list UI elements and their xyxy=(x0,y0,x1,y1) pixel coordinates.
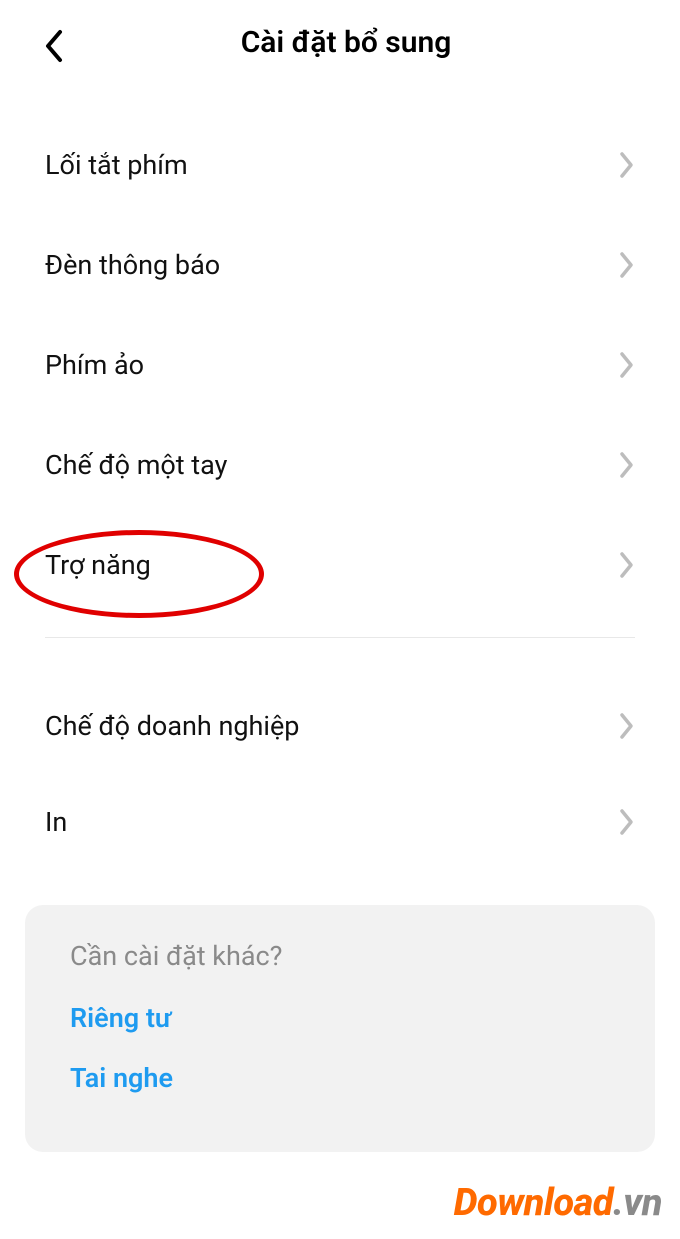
item-label: In xyxy=(45,806,67,838)
chevron-right-icon xyxy=(619,451,635,479)
item-label: Chế độ doanh nghiệp xyxy=(45,710,299,742)
page-title: Cài đặt bổ sung xyxy=(32,25,660,60)
item-label: Phím ảo xyxy=(45,349,144,381)
suggestion-card: Cần cài đặt khác? Riêng tư Tai nghe xyxy=(25,905,655,1152)
suggestion-title: Cần cài đặt khác? xyxy=(70,940,610,972)
chevron-left-icon xyxy=(42,28,64,64)
settings-list: Lối tắt phím Đèn thông báo Phím ảo Chế đ… xyxy=(0,80,680,870)
chevron-right-icon xyxy=(619,808,635,836)
item-label: Lối tắt phím xyxy=(45,149,188,181)
item-one-hand-mode[interactable]: Chế độ một tay xyxy=(0,415,680,515)
chevron-right-icon xyxy=(619,351,635,379)
header: Cài đặt bổ sung xyxy=(0,0,680,80)
item-enterprise-mode[interactable]: Chế độ doanh nghiệp xyxy=(0,678,680,774)
watermark-text-2: .vn xyxy=(613,1181,662,1225)
watermark: Download.vn xyxy=(454,1181,662,1225)
suggestion-link-headphones[interactable]: Tai nghe xyxy=(70,1062,610,1094)
item-print[interactable]: In xyxy=(0,774,680,870)
divider xyxy=(45,637,635,638)
chevron-right-icon xyxy=(619,551,635,579)
watermark-text-1: Download xyxy=(454,1181,613,1225)
item-accessibility[interactable]: Trợ năng xyxy=(0,515,680,615)
item-shortcut-keys[interactable]: Lối tắt phím xyxy=(0,115,680,215)
back-button[interactable] xyxy=(42,28,64,64)
item-label: Chế độ một tay xyxy=(45,449,227,481)
item-virtual-keys[interactable]: Phím ảo xyxy=(0,315,680,415)
item-label: Trợ năng xyxy=(45,549,151,581)
chevron-right-icon xyxy=(619,151,635,179)
chevron-right-icon xyxy=(619,712,635,740)
item-label: Đèn thông báo xyxy=(45,249,220,281)
item-notification-light[interactable]: Đèn thông báo xyxy=(0,215,680,315)
chevron-right-icon xyxy=(619,251,635,279)
suggestion-link-privacy[interactable]: Riêng tư xyxy=(70,1002,610,1034)
